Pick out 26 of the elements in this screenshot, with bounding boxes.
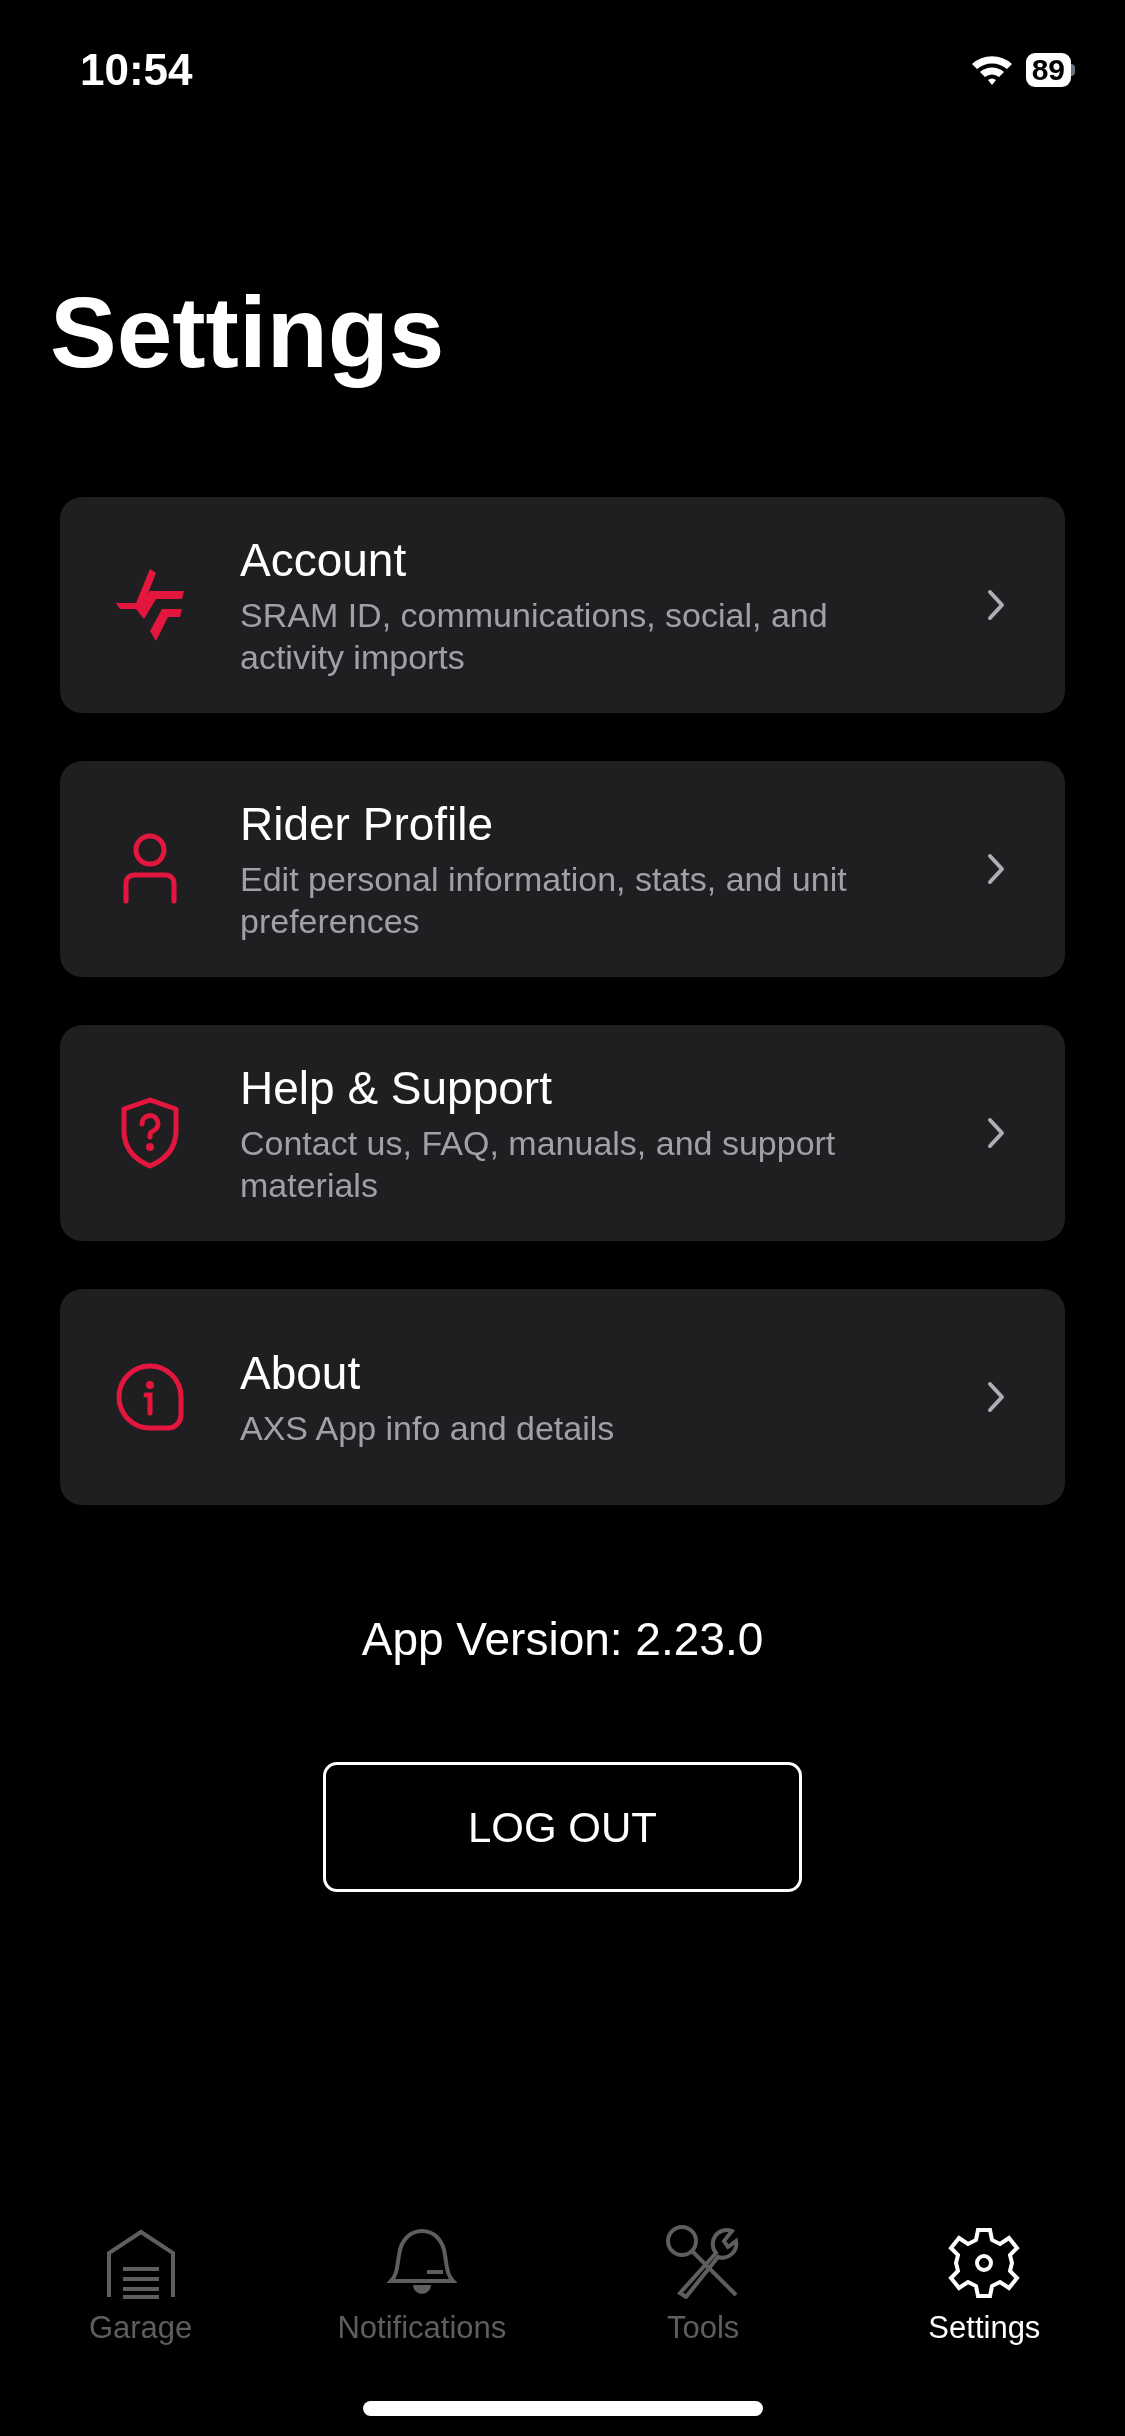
logout-button[interactable]: LOG OUT (323, 1762, 802, 1892)
status-time: 10:54 (80, 44, 193, 96)
chevron-right-icon (987, 1117, 1005, 1149)
chevron-right-icon (987, 1381, 1005, 1413)
item-subtitle: Contact us, FAQ, manuals, and support materials (240, 1123, 837, 1206)
menu-card[interactable]: Account SRAM ID, communications, social, and activity imports (60, 497, 1065, 713)
settings-icon (948, 2226, 1021, 2299)
garage-icon (104, 2228, 177, 2299)
item-title: About (240, 1346, 362, 1401)
logo-icon (116, 569, 184, 641)
item-title: Account (240, 533, 408, 588)
info-icon (116, 1363, 184, 1431)
tab-bar-item[interactable]: Settings (843, 2211, 1125, 2351)
menu-card[interactable]: About AXS App info and details (60, 1289, 1065, 1505)
shield-question-icon (120, 1097, 180, 1169)
chevron-right-icon (987, 853, 1005, 885)
item-title: Rider Profile (240, 797, 495, 852)
item-subtitle: SRAM ID, communications, social, and activity imports (240, 595, 829, 678)
page-title: Settings (50, 275, 446, 390)
app-version: App Version: 2.23.0 (361, 1612, 764, 1667)
chevron-right-icon (987, 589, 1005, 621)
item-title: Help & Support (240, 1061, 553, 1116)
menu-card[interactable]: Rider Profile Edit personal information, stats, and unit preferences (60, 761, 1065, 977)
menu-card[interactable]: Help & Support Contact us, FAQ, manuals, and support materials (60, 1025, 1065, 1241)
item-subtitle: AXS App info and details (240, 1408, 616, 1449)
item-subtitle: Edit personal information, stats, and unit preferences (240, 859, 848, 942)
